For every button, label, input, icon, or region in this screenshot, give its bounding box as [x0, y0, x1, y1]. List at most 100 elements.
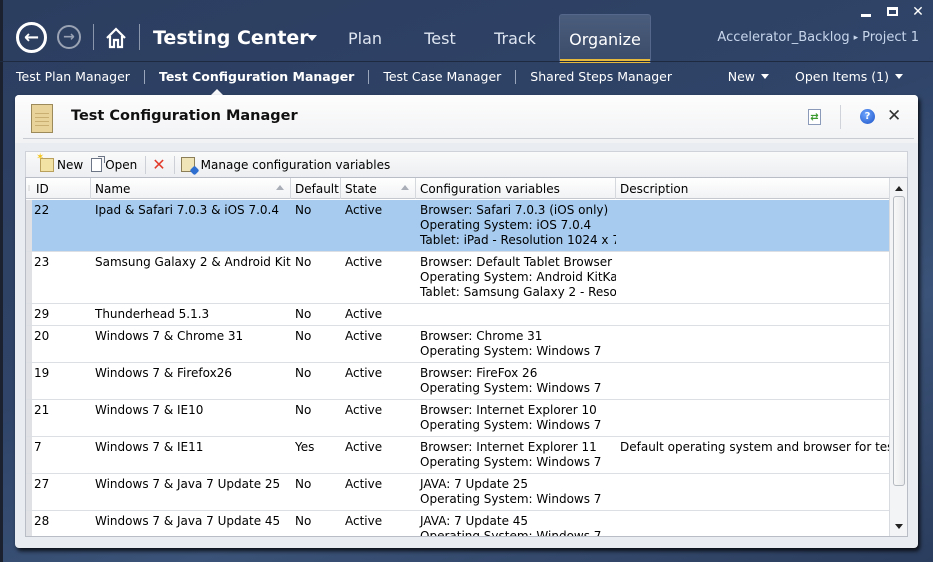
cell-configuration-variables: Browser: Internet Explorer 10 Operating S…: [416, 400, 616, 436]
cell-configuration-variables: Browser: Chrome 31 Operating System: Wind…: [416, 326, 616, 362]
column-header-default[interactable]: Default: [291, 178, 341, 199]
open-items-menu-button[interactable]: Open Items (1): [795, 69, 903, 84]
subnav-divider: [143, 69, 145, 84]
hub-tab-organize[interactable]: Organize: [559, 14, 651, 63]
nav-divider: [139, 24, 140, 50]
subnav-test-case-manager[interactable]: Test Case Manager: [383, 69, 501, 84]
cell-default: No: [295, 403, 312, 417]
subnav-test-plan-manager[interactable]: Test Plan Manager: [16, 69, 130, 84]
scroll-up-icon[interactable]: [895, 186, 903, 191]
cell-id: 21: [34, 403, 50, 417]
table-row[interactable]: 22 Ipad & Safari 7.0.3 & iOS 7.0.4 No Activ…: [26, 200, 890, 252]
sort-ascending-icon: [276, 185, 284, 190]
window-close-button[interactable]: ✕: [911, 4, 925, 21]
scroll-down-icon[interactable]: [895, 524, 903, 529]
hub-tab-label: Plan: [347, 29, 383, 48]
configuration-variable: Tablet: Samsung Galaxy 2 - Resoluti...: [420, 285, 616, 299]
cell-configuration-variables: [416, 304, 616, 325]
help-button[interactable]: ?: [860, 109, 875, 124]
breadcrumb-project[interactable]: Project 1: [862, 30, 919, 45]
scrollbar-thumb[interactable]: [893, 196, 905, 486]
new-configuration-button[interactable]: New: [36, 152, 83, 172]
forward-button[interactable]: →: [57, 25, 81, 49]
cell-configuration-variables: Browser: FireFox 26 Operating System: Win…: [416, 363, 616, 399]
subnav-test-configuration-manager[interactable]: Test Configuration Manager: [159, 69, 354, 84]
table-row[interactable]: 28 Windows 7 & Java 7 Update 45 No Active JA…: [26, 511, 890, 536]
cell-id: 19: [34, 366, 50, 380]
table-row[interactable]: 20 Windows 7 & Chrome 31 No Active Browser: …: [26, 326, 890, 363]
configuration-document-icon: [31, 104, 53, 133]
cell-state: Active: [345, 403, 383, 417]
table-row[interactable]: 23 Samsung Galaxy 2 & Android Kitkat... No…: [26, 252, 890, 304]
new-menu-button[interactable]: New: [728, 69, 769, 84]
vertical-scrollbar[interactable]: [889, 178, 907, 536]
cell-state: Active: [345, 366, 383, 380]
delete-configuration-button[interactable]: ✕: [152, 156, 165, 173]
breadcrumb-collection[interactable]: Accelerator_Backlog: [717, 30, 849, 45]
grid-rows: 22 Ipad & Safari 7.0.3 & iOS 7.0.4 No Activ…: [26, 200, 890, 536]
configuration-variable: JAVA: 7 Update 25: [420, 477, 529, 491]
app-title: Testing Center: [153, 27, 309, 49]
manage-configuration-variables-button[interactable]: Manage configuration variables: [180, 157, 390, 172]
table-row[interactable]: 21 Windows 7 & IE10 No Active Browser: Inter…: [26, 400, 890, 437]
configuration-variable: Operating System: Windows 7: [420, 344, 602, 358]
cell-name: Windows 7 & Java 7 Update 25: [95, 477, 281, 491]
column-header-name[interactable]: Name: [91, 178, 291, 199]
cell-state: Active: [345, 255, 383, 269]
cell-default: No: [295, 514, 312, 528]
table-row[interactable]: 7 Windows 7 & IE11 Yes Active Browser: Inter…: [26, 437, 890, 474]
cell-default: No: [295, 329, 312, 343]
configuration-variable: Operating System: Windows 7: [420, 455, 602, 469]
new-item-icon: [36, 152, 54, 172]
home-icon[interactable]: [104, 26, 128, 50]
cell-id: 27: [34, 477, 50, 491]
help-icon: ?: [864, 111, 871, 122]
subnav-shared-steps-manager[interactable]: Shared Steps Manager: [530, 69, 672, 84]
hub-tab-track[interactable]: Track: [484, 14, 546, 63]
hub-tab-test[interactable]: Test: [412, 14, 468, 63]
cell-name: Windows 7 & IE10: [95, 403, 204, 417]
configuration-variable: Operating System: Android KitKat 4...: [420, 270, 616, 284]
cell-default: No: [295, 366, 312, 380]
configuration-variable: Browser: Internet Explorer 11: [420, 440, 597, 454]
maximize-button[interactable]: [885, 4, 899, 21]
column-header-state[interactable]: State: [341, 178, 416, 199]
configuration-variable: Operating System: Windows 7: [420, 492, 602, 506]
cell-configuration-variables: Browser: Safari 7.0.3 (iOS only) Operatin…: [416, 200, 616, 251]
cell-description: Default operating system and browser for…: [620, 440, 890, 454]
configuration-variable: Browser: Chrome 31: [420, 329, 543, 343]
nav-divider: [93, 24, 94, 50]
minimize-button[interactable]: [859, 4, 873, 21]
column-header-configuration-variables[interactable]: Configuration variables: [416, 178, 616, 199]
cell-id: 23: [34, 255, 50, 269]
cell-state: Active: [345, 514, 383, 528]
arrow-right-icon: →: [63, 29, 75, 45]
refresh-button[interactable]: ⇄: [808, 109, 821, 125]
table-row[interactable]: 19 Windows 7 & Firefox26 No Active Browser: …: [26, 363, 890, 400]
column-header-description[interactable]: Description: [616, 178, 890, 199]
cell-name: Windows 7 & Chrome 31: [95, 329, 244, 343]
grid-header: ⁝ ID Name Default State Configuration va…: [26, 178, 890, 199]
column-label: ID: [36, 181, 49, 196]
column-header-id[interactable]: ID: [32, 178, 91, 199]
open-configuration-button[interactable]: Open: [91, 155, 137, 172]
open-document-icon: [91, 155, 106, 172]
cell-description: [616, 200, 890, 251]
maximize-icon: [886, 7, 898, 16]
subnav-actions: New Open Items (1): [728, 69, 903, 84]
back-button[interactable]: ←: [16, 22, 47, 53]
chevron-down-icon: [895, 74, 903, 79]
cell-description: [616, 326, 890, 362]
cell-configuration-variables: Browser: Internet Explorer 11 Operating S…: [416, 437, 616, 473]
grid-toolbar: New Open ✕ Manage configuration variable…: [25, 151, 908, 177]
table-row[interactable]: 27 Windows 7 & Java 7 Update 25 No Active JA…: [26, 474, 890, 511]
cell-id: 22: [34, 203, 50, 217]
cell-description: [616, 511, 890, 536]
refresh-icon: ⇄: [810, 111, 819, 123]
subnav-divider: [368, 69, 370, 84]
table-row[interactable]: 29 Thunderhead 5.1.3 No Active: [26, 304, 890, 326]
window-frame-edge: [0, 0, 3, 562]
hub-tab-plan[interactable]: Plan: [336, 14, 394, 63]
panel-close-button[interactable]: ✕: [887, 106, 901, 126]
app-title-dropdown-icon[interactable]: [307, 35, 317, 41]
